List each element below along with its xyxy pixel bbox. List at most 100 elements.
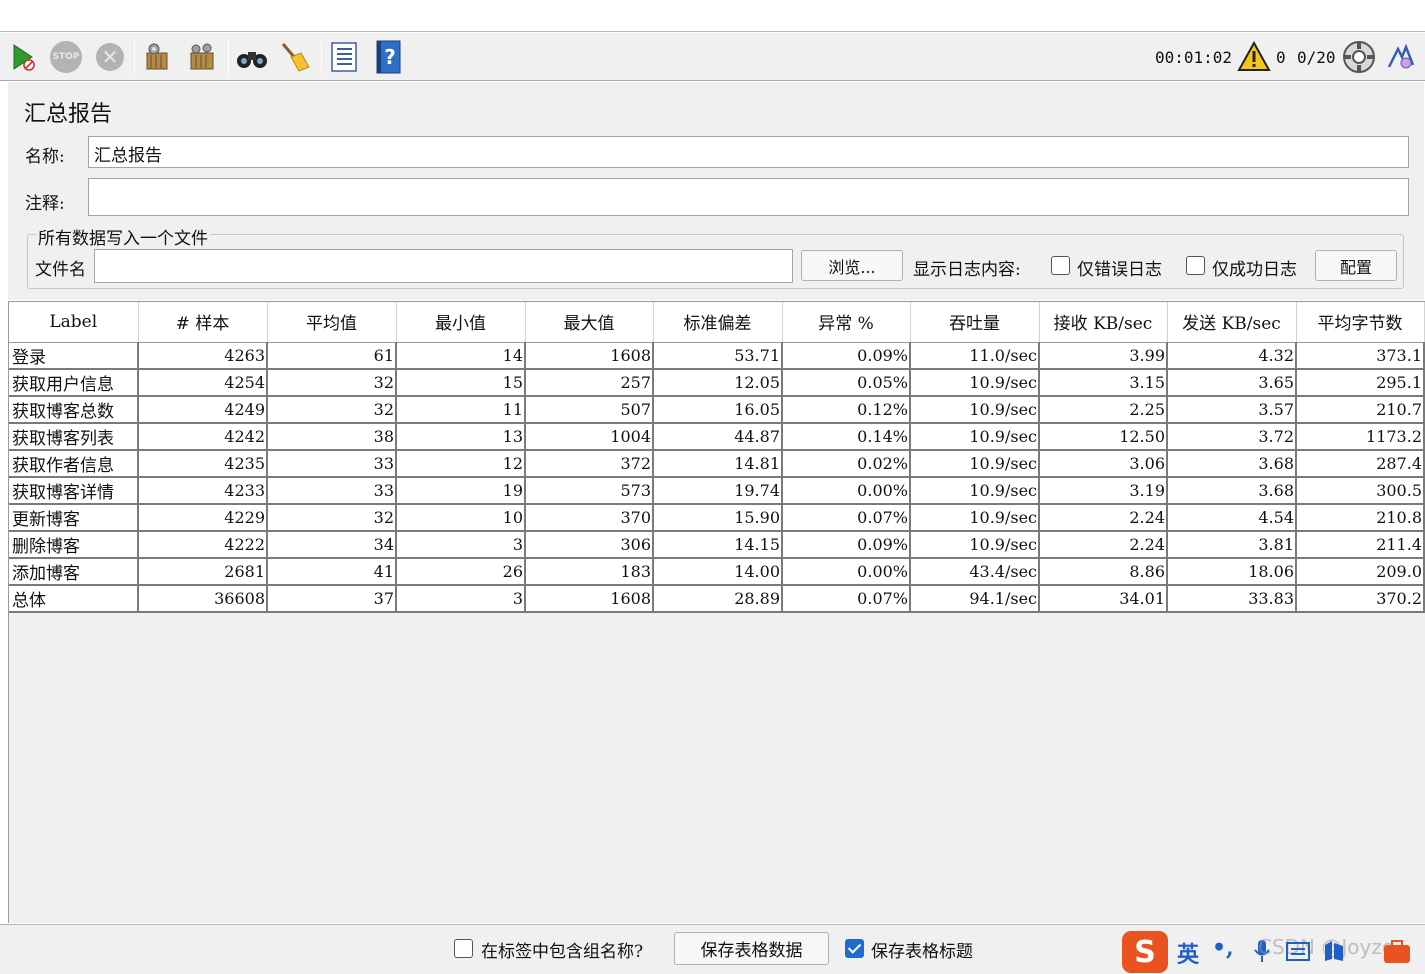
table-cell: 38 [267,422,397,451]
row-label-cell: 获取博客详情 [9,476,139,505]
reset-search-button[interactable] [278,40,312,74]
table-cell: 32 [267,368,397,397]
table-cell: 11.0/sec [910,342,1040,370]
table-cell: 4254 [138,368,268,397]
comment-label: 注释: [25,194,65,214]
column-header[interactable]: Label [9,302,139,343]
table-cell: 10.9/sec [910,395,1040,424]
clear-button[interactable] [141,40,175,74]
table-cell: 33.83 [1167,584,1297,613]
table-cell: 3.99 [1039,342,1168,370]
name-field[interactable]: 汇总报告 [88,136,1409,168]
function-helper-button[interactable] [327,40,361,74]
table-cell: 3.65 [1167,368,1297,397]
table-cell: 2.24 [1039,530,1168,559]
save-table-header-label: 保存表格标题 [871,942,973,962]
configure-button[interactable]: 配置 [1315,250,1397,281]
table-cell: 4222 [138,530,268,559]
table-row[interactable]: 获取用户信息 4254 32 15 257 12.05 0.05% 10.9/sec 3.15 3… [9,368,1425,397]
table-cell: 19 [396,476,526,505]
table-cell: 37 [267,584,397,613]
log-viewer-icon[interactable] [1386,43,1416,76]
ime-mode-indicator[interactable]: 英 [1177,937,1199,969]
column-header[interactable]: 平均字节数 [1296,302,1425,343]
remote-engine-icon[interactable] [1342,40,1376,79]
column-header[interactable]: 发送 KB/sec [1167,302,1297,343]
table-cell: 3 [396,530,526,559]
table-cell: 3.68 [1167,449,1297,478]
column-header[interactable]: 最小值 [396,302,526,343]
row-label-cell: 获取博客列表 [9,422,139,451]
column-header[interactable]: 接收 KB/sec [1039,302,1168,343]
save-table-data-button[interactable]: 保存表格数据 [674,932,829,965]
table-cell: 32 [267,503,397,532]
table-cell: 306 [525,530,654,559]
errors-only-checkbox[interactable] [1051,256,1070,275]
help-button[interactable]: ? [371,40,405,74]
table-cell: 41 [267,557,397,586]
table-cell: 372 [525,449,654,478]
table-row[interactable]: 获取博客总数 4249 32 11 507 16.05 0.12% 10.9/sec 2.25 3… [9,395,1425,424]
browse-button[interactable]: 浏览... [801,250,903,281]
table-cell: 3 [396,584,526,613]
table-cell: 4229 [138,503,268,532]
column-header[interactable]: 异常 % [782,302,911,343]
error-count: 0 [1276,48,1286,67]
clear-all-button[interactable] [185,40,219,74]
page-title: 汇总报告 [24,102,113,127]
errors-only-label: 仅错误日志 [1077,260,1162,280]
table-cell: 210.8 [1296,503,1425,532]
table-cell: 4.32 [1167,342,1297,370]
table-row[interactable]: 登录 4263 61 14 1608 53.71 0.09% 11.0/sec 3.99 4.32… [9,342,1425,370]
warning-icon[interactable] [1237,40,1271,78]
skin-icon[interactable] [1322,939,1346,963]
table-cell: 14.15 [653,530,783,559]
comment-field[interactable] [88,178,1409,216]
table-cell: 0.14% [782,422,911,451]
table-cell: 2.24 [1039,503,1168,532]
bottom-bar: 在标签中包含组名称? 保存表格数据 保存表格标题 S 英 •, CSDN @Jo… [0,924,1425,974]
table-row[interactable]: 删除博客 4222 34 3 306 14.15 0.09% 10.9/sec 2.24 3.81… [9,530,1425,559]
filename-field[interactable] [94,249,793,283]
table-cell: 12.05 [653,368,783,397]
column-header[interactable]: 标准偏差 [653,302,783,343]
column-header[interactable]: 平均值 [267,302,397,343]
column-header[interactable]: 吞吐量 [910,302,1040,343]
punctuation-icon[interactable]: •, [1212,935,1234,961]
column-header[interactable]: # 样本 [138,302,268,343]
table-cell: 4249 [138,395,268,424]
table-row[interactable]: 获取作者信息 4235 33 12 372 14.81 0.02% 10.9/sec 3.06 3… [9,449,1425,478]
table-cell: 10.9/sec [910,422,1040,451]
table-cell: 3.68 [1167,476,1297,505]
table-row[interactable]: 更新博客 4229 32 10 370 15.90 0.07% 10.9/sec 2.24 4.5… [9,503,1425,532]
table-row[interactable]: 总体 36608 37 3 1608 28.89 0.07% 94.1/sec 34.01 33.… [9,584,1425,613]
start-no-pauses-button[interactable] [6,40,40,74]
toolbar: STOP ✕ ? 00:01:02 0 0/20 [0,33,1425,81]
table-row[interactable]: 获取博客列表 4242 38 13 1004 44.87 0.14% 10.9/sec 12.5… [9,422,1425,451]
keyboard-icon[interactable] [1286,941,1310,963]
success-only-checkbox[interactable] [1186,256,1205,275]
table-cell: 2.25 [1039,395,1168,424]
sogou-logo-icon[interactable]: S [1122,931,1168,973]
shutdown-icon: ✕ [96,43,124,71]
table-cell: 4263 [138,342,268,370]
include-group-name-checkbox[interactable] [454,939,473,958]
save-table-header-checkbox[interactable] [845,939,864,958]
table-cell: 12.50 [1039,422,1168,451]
table-row[interactable]: 获取博客详情 4233 33 19 573 19.74 0.00% 10.9/sec 3.19 3… [9,476,1425,505]
column-header[interactable]: 最大值 [525,302,654,343]
table-cell: 3.15 [1039,368,1168,397]
table-cell: 1608 [525,584,654,613]
filename-label: 文件名 [35,260,86,280]
play-icon [13,44,35,71]
search-button[interactable] [235,40,269,74]
table-row[interactable]: 添加博客 2681 41 26 183 14.00 0.00% 43.4/sec 8.86 18.… [9,557,1425,586]
stop-button[interactable]: STOP [49,40,83,74]
toolbox-icon[interactable] [1382,939,1412,965]
table-cell: 4242 [138,422,268,451]
table-cell: 10.9/sec [910,530,1040,559]
include-group-name-label: 在标签中包含组名称? [481,942,644,962]
shutdown-button[interactable]: ✕ [93,40,127,74]
table-cell: 183 [525,557,654,586]
table-cell: 1608 [525,342,654,370]
